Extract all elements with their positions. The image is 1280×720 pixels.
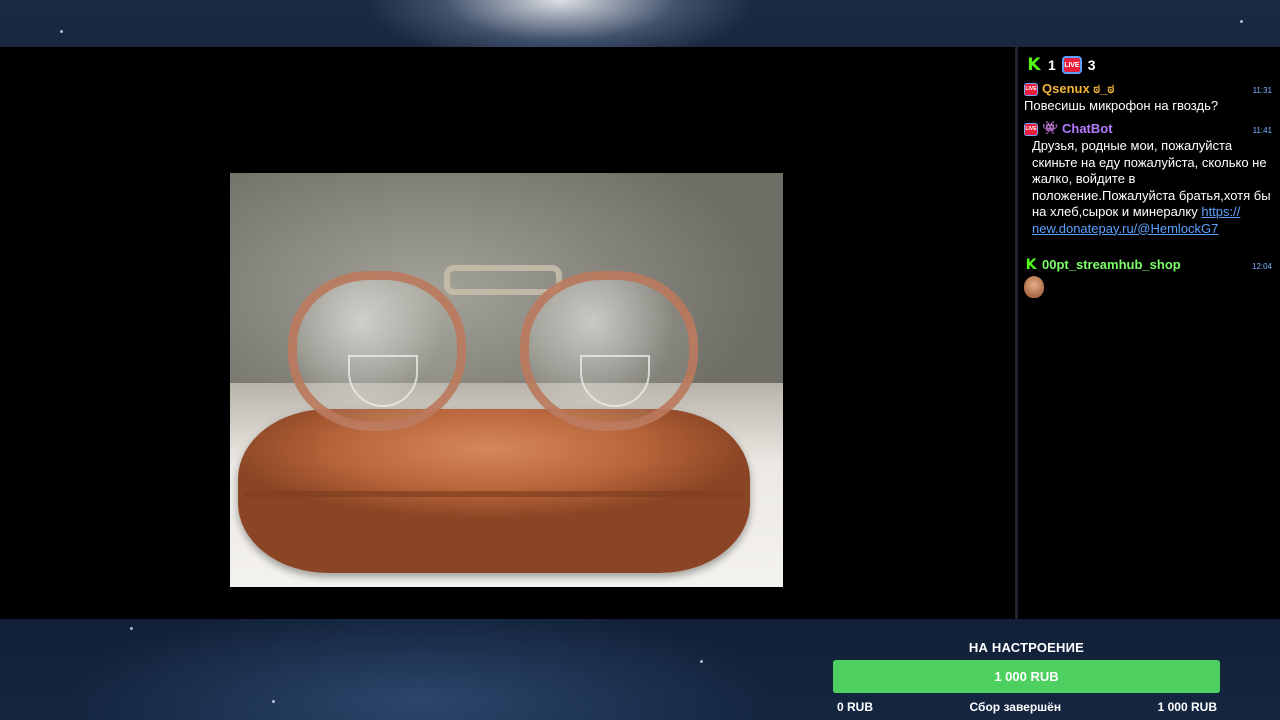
viewer-counts: K 1 LIVE 3 [1026, 53, 1096, 77]
shared-photo-glasses [230, 173, 783, 587]
kick-logo-icon: K [1025, 256, 1037, 273]
goal-max-label: 1 000 RUB [1157, 700, 1217, 714]
chat-timestamp: 11:41 [1252, 126, 1272, 135]
kick-logo-icon: K [1027, 55, 1041, 75]
chat-message-text: Друзья, родные мои, пожалуйста скиньте н… [1024, 138, 1274, 237]
chat-message-header: K 00pt_streamhub_shop [1024, 256, 1274, 274]
face-emote-icon [1024, 276, 1044, 298]
goal-progress-bar: 1 000 RUB [833, 660, 1220, 693]
live-badge-icon: LIVE [1024, 82, 1038, 96]
background-star [1240, 20, 1243, 23]
goal-footer: 0 RUB Сбор завершён 1 000 RUB [833, 700, 1220, 714]
goal-min-label: 0 RUB [837, 700, 874, 714]
background-star [130, 627, 133, 630]
robot-icon: 👾 [1042, 121, 1059, 136]
background-star [60, 30, 63, 33]
chat-message: LIVE Qsenux ಠ_ಠ 11:31 Повесишь микрофон … [1024, 80, 1274, 115]
live-badge-icon: LIVE [1024, 122, 1038, 136]
background-star [700, 660, 703, 663]
live-viewer-count: 3 [1087, 57, 1096, 73]
glasses-case-seam [244, 491, 744, 497]
donation-goal-widget: НА НАСТРОЕНИЕ 1 000 RUB 0 RUB Сбор завер… [833, 640, 1220, 714]
chat-message-header: LIVE 👾 ChatBot [1024, 120, 1274, 138]
chat-username[interactable]: 00pt_streamhub_shop [1042, 257, 1181, 274]
chat-message: LIVE 👾 ChatBot 11:41 Друзья, родные мои,… [1024, 120, 1274, 237]
chat-username[interactable]: Qsenux ಠ_ಠ [1042, 81, 1114, 98]
chat-timestamp: 11:31 [1252, 86, 1272, 95]
chat-message-text: Повесишь микрофон на гвоздь? [1024, 98, 1219, 113]
kick-viewer-count: 1 [1048, 57, 1056, 73]
chat-panel[interactable]: K 1 LIVE 3 LIVE Qsenux ಠ_ಠ 11:31 Повесиш… [1015, 47, 1280, 619]
goal-title: НА НАСТРОЕНИЕ [968, 640, 1085, 655]
goal-status: Сбор завершён [969, 700, 1062, 714]
goal-bar-label: 1 000 RUB [994, 669, 1059, 684]
chat-message: K 00pt_streamhub_shop 12:04 [1024, 256, 1274, 298]
chat-message-header: LIVE Qsenux ಠ_ಠ [1024, 80, 1274, 98]
live-badge-icon: LIVE [1061, 56, 1082, 74]
chat-timestamp: 12:04 [1251, 262, 1272, 271]
background-star [272, 700, 275, 703]
stream-video-area [0, 47, 1015, 619]
glasses-right-lens [520, 271, 698, 431]
glasses-left-lens [288, 271, 466, 431]
chat-username[interactable]: ChatBot [1062, 121, 1113, 138]
